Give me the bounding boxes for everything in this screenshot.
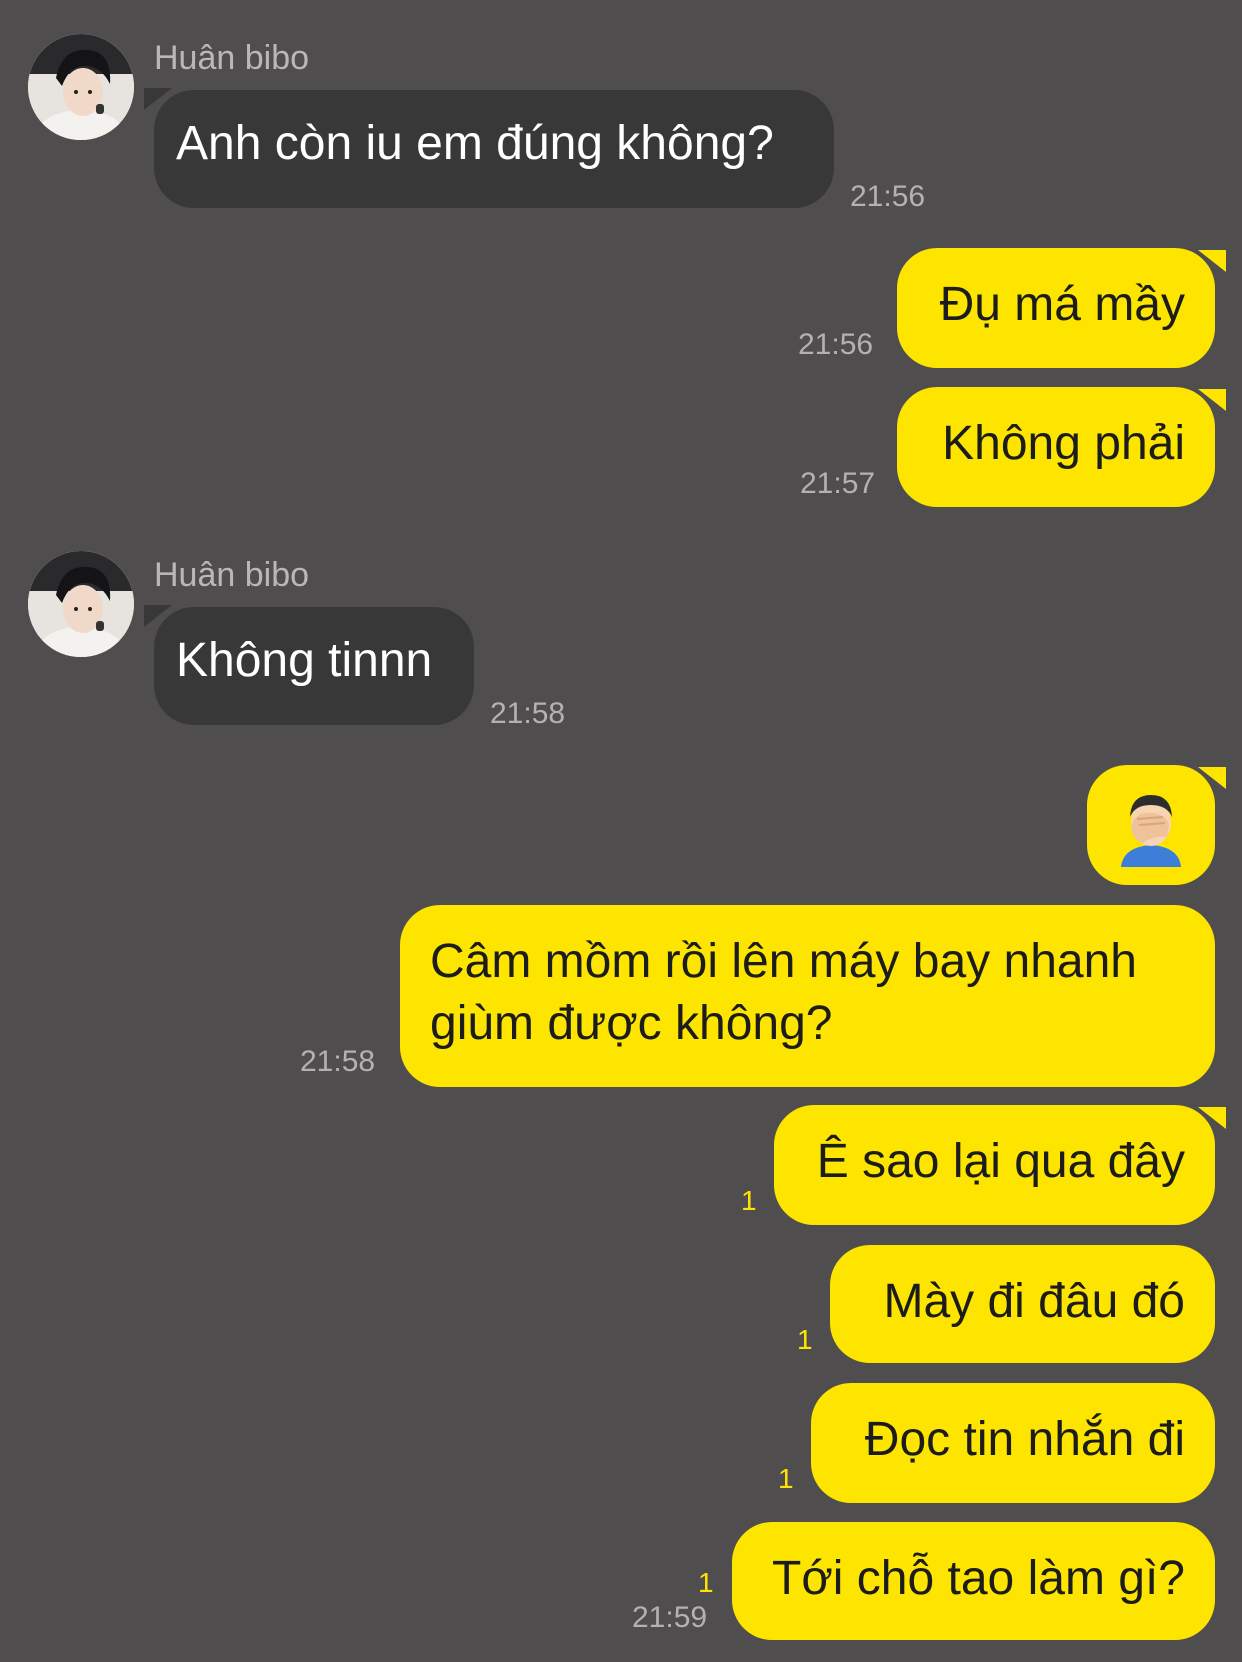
unread-count: 1 [797,1324,813,1355]
message-text: Anh còn iu em đúng không? [176,117,774,170]
message-text: Tới chỗ tao làm gì? [772,1552,1185,1605]
unread-count: 1 [698,1567,714,1598]
bubble-tail [1198,767,1226,789]
avatar-photo-icon [28,551,134,657]
sender-name: Huân bibo [154,39,310,77]
outgoing-emoji-bubble[interactable] [1087,765,1215,885]
message-timestamp: 21:58 [490,697,566,730]
message-timestamp: 21:57 [800,467,876,500]
unread-count: 1 [741,1185,757,1216]
message-timestamp: 21:56 [798,328,874,361]
message-timestamp: 21:59 [632,1601,708,1634]
message-text: Ê sao lại qua đây [816,1135,1185,1188]
message-text: Đụ má mầy [939,278,1185,331]
message-text-line: giùm được không? [430,997,833,1050]
bubble-tail [1198,1107,1226,1129]
outgoing-message-bubble[interactable]: Ê sao lại qua đây [774,1105,1215,1225]
contact-avatar[interactable] [28,34,134,140]
message-text: Mày đi đâu đó [883,1275,1185,1328]
sender-name: Huân bibo [154,556,310,594]
outgoing-message-bubble[interactable]: Mày đi đâu đó [830,1245,1215,1363]
message-text: Không phải [942,417,1185,470]
bubble-tail [1198,389,1226,411]
message-timestamp: 21:56 [850,180,926,213]
outgoing-message-bubble[interactable]: Không phải [897,387,1215,507]
unread-count: 1 [778,1463,794,1494]
outgoing-message-bubble[interactable]: Câm mồm rồi lên máy bay nhanh giùm được … [400,905,1215,1087]
incoming-message-bubble[interactable]: Không tinnn [154,607,474,725]
facepalm-man-emoji [1121,795,1181,867]
incoming-message-bubble[interactable]: Anh còn iu em đúng không? [154,90,834,208]
message-text: Không tinnn [176,634,433,687]
message-text-line: Câm mồm rồi lên máy bay nhanh [430,935,1137,988]
message-timestamp: 21:58 [300,1045,376,1078]
bubble-tail [1198,250,1226,272]
outgoing-message-bubble[interactable]: Đọc tin nhắn đi [811,1383,1215,1503]
outgoing-message-bubble[interactable]: Tới chỗ tao làm gì? [732,1522,1215,1640]
chat-message-list[interactable]: Huân bibo Anh còn iu em đúng không? 21:5… [0,0,1242,1662]
avatar-photo-icon [28,34,134,140]
contact-avatar[interactable] [28,551,134,657]
outgoing-message-bubble[interactable]: Đụ má mầy [897,248,1215,368]
message-text: Đọc tin nhắn đi [864,1413,1185,1466]
